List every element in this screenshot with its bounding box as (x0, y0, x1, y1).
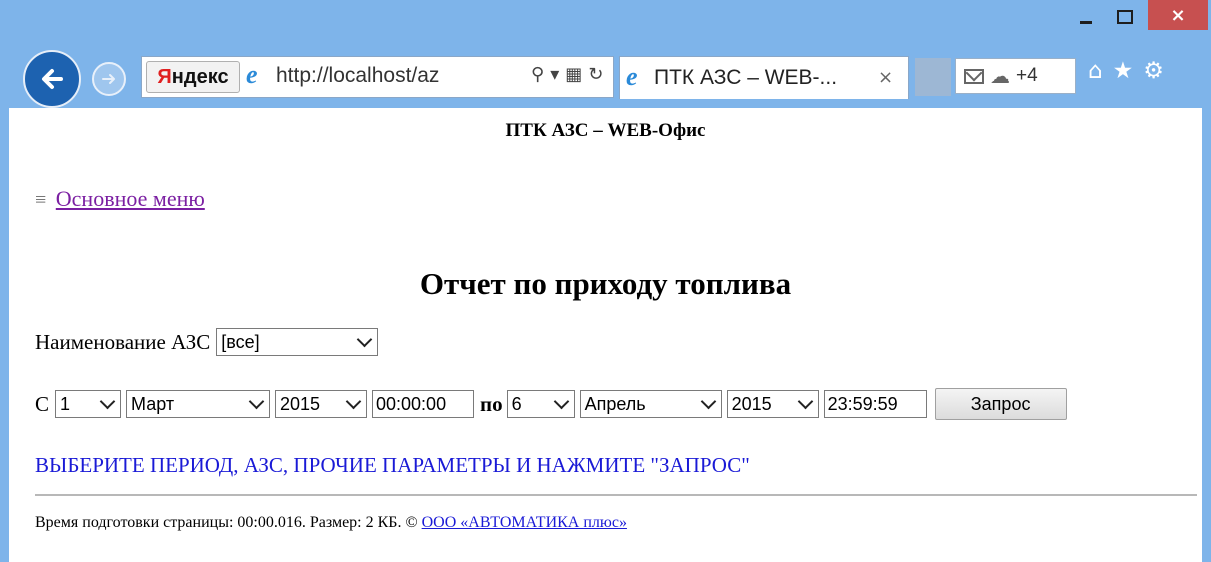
tab-title: ПТК АЗС – WEB-... (654, 66, 838, 89)
query-button[interactable]: Запрос (934, 388, 1067, 420)
to-day-select[interactable]: 6 (506, 390, 575, 418)
main-menu-line: ≡ Основное меню (35, 186, 205, 212)
address-bar[interactable]: Яндекс e http://localhost/az ⚲ ▾ ▦ ↻ (141, 56, 614, 98)
to-label: по (480, 391, 503, 416)
home-icon[interactable]: ⌂ (1088, 58, 1103, 84)
search-icon[interactable]: ⚲ (531, 64, 544, 85)
to-year-select[interactable]: 2015 (726, 390, 819, 418)
chevron-down-icon (700, 393, 716, 409)
star-icon[interactable]: ★ (1113, 58, 1134, 84)
footer-company-link[interactable]: ООО «АВТОМАТИКА плюс» (422, 514, 627, 531)
period-row: С 1 Март 2015 00:00:00 по 6 Апрель 2015 … (35, 388, 1067, 420)
azs-row: Наименование АЗС [все] (35, 328, 379, 356)
instruction-message: ВЫБЕРИТЕ ПЕРИОД, АЗС, ПРОЧИЕ ПАРАМЕТРЫ И… (35, 453, 750, 477)
browser-window: × Яндекс e http://localhost/az ⚲ ▾ ▦ ↻ e (0, 0, 1211, 562)
ie-logo-icon: e (626, 62, 638, 91)
minimize-icon (1080, 20, 1092, 24)
back-button[interactable] (23, 50, 81, 108)
chevron-down-icon (345, 393, 362, 409)
title-bar: × (0, 0, 1211, 46)
from-month-value: Март (131, 393, 175, 414)
refresh-icon[interactable]: ↻ (588, 64, 603, 85)
gear-icon[interactable]: ⚙ (1143, 58, 1164, 84)
back-arrow-icon (42, 69, 63, 89)
yandex-logo-rest: ндекс (171, 65, 229, 88)
chevron-down-icon (797, 393, 813, 409)
page-footer: Время подготовки страницы: 00:00.016. Ра… (35, 514, 627, 532)
page-content: ПТК АЗС – WEB-Офис ≡ Основное меню Отчет… (9, 108, 1202, 562)
toolbar-icons: ⌂ ★ ⚙ (1088, 58, 1164, 84)
chevron-down-icon (356, 331, 373, 347)
ie-logo-icon: e (246, 60, 258, 89)
navigation-bar: Яндекс e http://localhost/az ⚲ ▾ ▦ ↻ e П… (0, 46, 1211, 108)
menu-icon: ≡ (35, 189, 47, 211)
azs-select-value: [все] (221, 331, 260, 352)
yandex-search-button[interactable]: Яндекс (146, 61, 240, 93)
dropdown-icon[interactable]: ▾ (550, 64, 559, 85)
maximize-icon (1117, 10, 1133, 24)
report-title: Отчет по приходу топлива (419, 266, 792, 301)
chevron-down-icon (99, 393, 116, 409)
azs-label: Наименование АЗС (35, 329, 211, 354)
compat-view-icon[interactable]: ▦ (565, 64, 582, 85)
forward-button[interactable] (92, 62, 126, 96)
tab-active[interactable]: e ПТК АЗС – WEB-... × (619, 56, 909, 99)
from-year-select[interactable]: 2015 (275, 390, 368, 418)
to-month-value: Апрель (584, 393, 646, 414)
chevron-down-icon (248, 393, 265, 409)
maximize-button[interactable] (1106, 0, 1144, 34)
to-time-input[interactable]: 23:59:59 (823, 390, 927, 418)
mail-icon (964, 68, 984, 84)
to-day-value: 6 (511, 393, 522, 414)
url-text[interactable]: http://localhost/az (276, 64, 439, 88)
from-month-select[interactable]: Март (126, 390, 271, 418)
new-tab-button[interactable] (915, 58, 951, 96)
from-label: С (35, 391, 50, 416)
footer-text: Время подготовки страницы: 00:00.016. Ра… (35, 514, 422, 531)
from-year-value: 2015 (280, 393, 321, 414)
address-tools: ⚲ ▾ ▦ ↻ (531, 64, 603, 85)
cloud-icon: ☁ (990, 64, 1010, 88)
divider (35, 494, 1197, 496)
tab-close-icon[interactable]: × (878, 67, 893, 88)
yandex-logo-first-letter: Я (157, 65, 172, 88)
notification-count: +4 (1016, 65, 1038, 86)
chevron-down-icon (553, 393, 569, 409)
to-year-value: 2015 (731, 393, 772, 414)
minimize-button[interactable] (1066, 0, 1106, 34)
from-time-input[interactable]: 00:00:00 (372, 390, 475, 418)
to-month-select[interactable]: Апрель (579, 390, 722, 418)
close-button[interactable]: × (1148, 0, 1208, 30)
site-title: ПТК АЗС – WEB-Офис (505, 120, 706, 141)
from-day-value: 1 (60, 393, 71, 414)
forward-arrow-icon (102, 74, 115, 84)
main-menu-link[interactable]: Основное меню (56, 186, 205, 211)
notification-widget[interactable]: ☁ +4 (955, 58, 1076, 94)
from-day-select[interactable]: 1 (55, 390, 122, 418)
azs-select[interactable]: [все] (216, 328, 379, 356)
